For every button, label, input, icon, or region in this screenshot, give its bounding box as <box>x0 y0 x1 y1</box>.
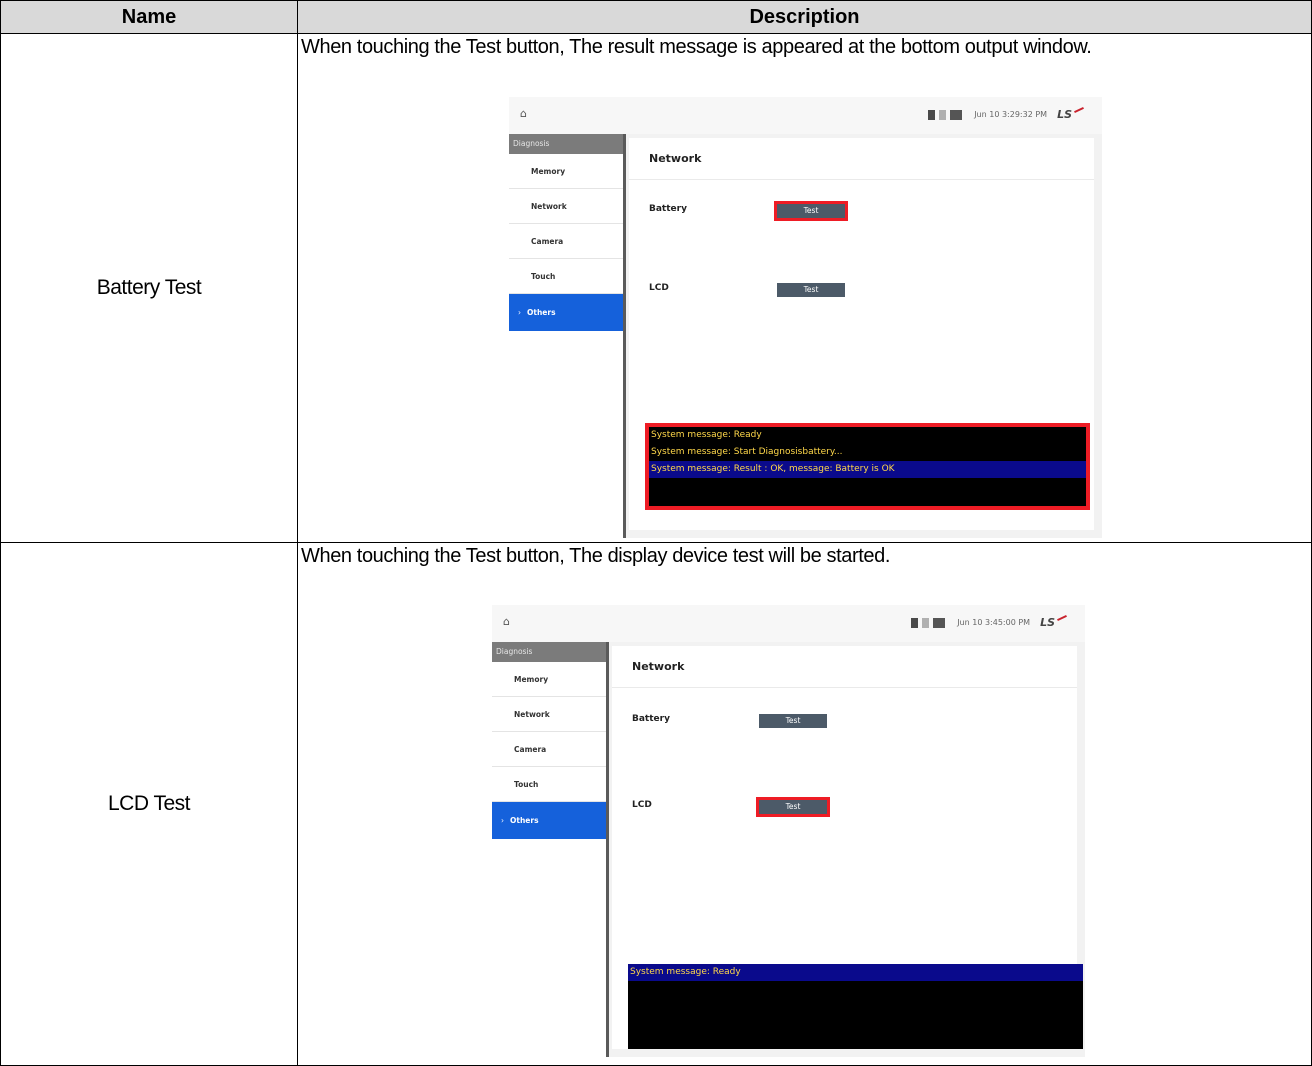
battery-icon <box>911 617 919 628</box>
divider <box>612 687 1077 688</box>
lcd-test-button[interactable]: Test <box>777 283 845 297</box>
home-icon[interactable]: ⌂ <box>503 615 510 628</box>
battery-test-button[interactable]: Test <box>759 714 827 728</box>
table-row: Battery Test When touching the Test butt… <box>0 33 1312 543</box>
network-icon <box>950 109 963 120</box>
sidebar-item-memory[interactable]: Memory <box>509 154 623 189</box>
sidebar: Diagnosis Memory Network Camera Touch › … <box>509 134 626 538</box>
home-icon[interactable]: ⌂ <box>520 107 527 120</box>
lcd-test-button[interactable]: Test <box>756 797 830 817</box>
chevron-right-icon: › <box>518 308 521 317</box>
sidebar: Diagnosis Memory Network Camera Touch › … <box>492 642 609 1057</box>
row-description: When touching the Test button, The displ… <box>297 542 1312 1066</box>
top-bar: ⌂ Jun 10 3:29:32 PM LS <box>509 97 1102 134</box>
sidebar-item-label: Others <box>510 816 539 825</box>
console-line: System message: Start Diagnosisbattery..… <box>651 447 843 457</box>
description-text: When touching the Test button, The displ… <box>301 545 890 567</box>
divider <box>629 179 1094 180</box>
sidebar-item-memory[interactable]: Memory <box>492 662 606 697</box>
status-area: Jun 10 3:45:00 PM LS <box>911 614 1067 629</box>
sidebar-item-camera[interactable]: Camera <box>492 732 606 767</box>
sidebar-item-network[interactable]: Network <box>492 697 606 732</box>
console-line: System message: Result : OK, message: Ba… <box>649 461 1086 478</box>
header-description: Description <box>297 0 1312 34</box>
output-console: System message: Ready System message: St… <box>645 423 1090 510</box>
content-panel: Network Battery Test LCD Test System mes… <box>612 646 1083 1049</box>
sidebar-item-others[interactable]: › Others <box>509 294 623 331</box>
device-screenshot: ⌂ Jun 10 3:29:32 PM LS Diagnosis Memory … <box>509 97 1102 538</box>
sidebar-item-touch[interactable]: Touch <box>492 767 606 802</box>
logo-swoosh <box>1057 614 1067 621</box>
panel-title: Network <box>649 152 702 165</box>
device-screenshot: ⌂ Jun 10 3:45:00 PM LS Diagnosis Memory … <box>492 605 1085 1057</box>
row-name: Battery Test <box>0 33 298 543</box>
description-table: Name Description Battery Test When touch… <box>0 0 1312 1066</box>
datetime: Jun 10 3:45:00 PM <box>957 618 1031 627</box>
row-name: LCD Test <box>0 542 298 1066</box>
sidebar-item-touch[interactable]: Touch <box>509 259 623 294</box>
chevron-right-icon: › <box>501 816 504 825</box>
lcd-label: LCD <box>649 283 669 293</box>
content-panel: Network Battery Test LCD Test System mes… <box>629 138 1094 530</box>
network-icon <box>933 617 946 628</box>
datetime: Jun 10 3:29:32 PM <box>974 110 1048 119</box>
description-text: When touching the Test button, The resul… <box>301 36 1092 58</box>
sidebar-item-camera[interactable]: Camera <box>509 224 623 259</box>
sidebar-header: Diagnosis <box>492 642 606 662</box>
ls-logo: LS <box>1057 108 1072 121</box>
row-description: When touching the Test button, The resul… <box>297 33 1312 543</box>
sidebar-item-label: Others <box>527 308 556 317</box>
sd-card-icon <box>939 109 947 120</box>
console-line: System message: Ready <box>628 964 1083 981</box>
header-name: Name <box>0 0 298 34</box>
sidebar-item-network[interactable]: Network <box>509 189 623 224</box>
table-row: LCD Test When touching the Test button, … <box>0 542 1312 1066</box>
top-bar: ⌂ Jun 10 3:45:00 PM LS <box>492 605 1085 642</box>
output-console: System message: Ready <box>628 964 1083 1049</box>
sidebar-item-others[interactable]: › Others <box>492 802 606 839</box>
battery-icon <box>928 109 936 120</box>
status-area: Jun 10 3:29:32 PM LS <box>928 106 1084 121</box>
ls-logo: LS <box>1040 616 1055 629</box>
sidebar-header: Diagnosis <box>509 134 623 154</box>
battery-label: Battery <box>649 204 687 214</box>
battery-label: Battery <box>632 714 670 724</box>
lcd-label: LCD <box>632 800 652 810</box>
console-line: System message: Ready <box>651 430 762 440</box>
battery-test-button[interactable]: Test <box>774 201 848 221</box>
sd-card-icon <box>922 617 930 628</box>
panel-title: Network <box>632 660 685 673</box>
logo-swoosh <box>1074 106 1084 113</box>
